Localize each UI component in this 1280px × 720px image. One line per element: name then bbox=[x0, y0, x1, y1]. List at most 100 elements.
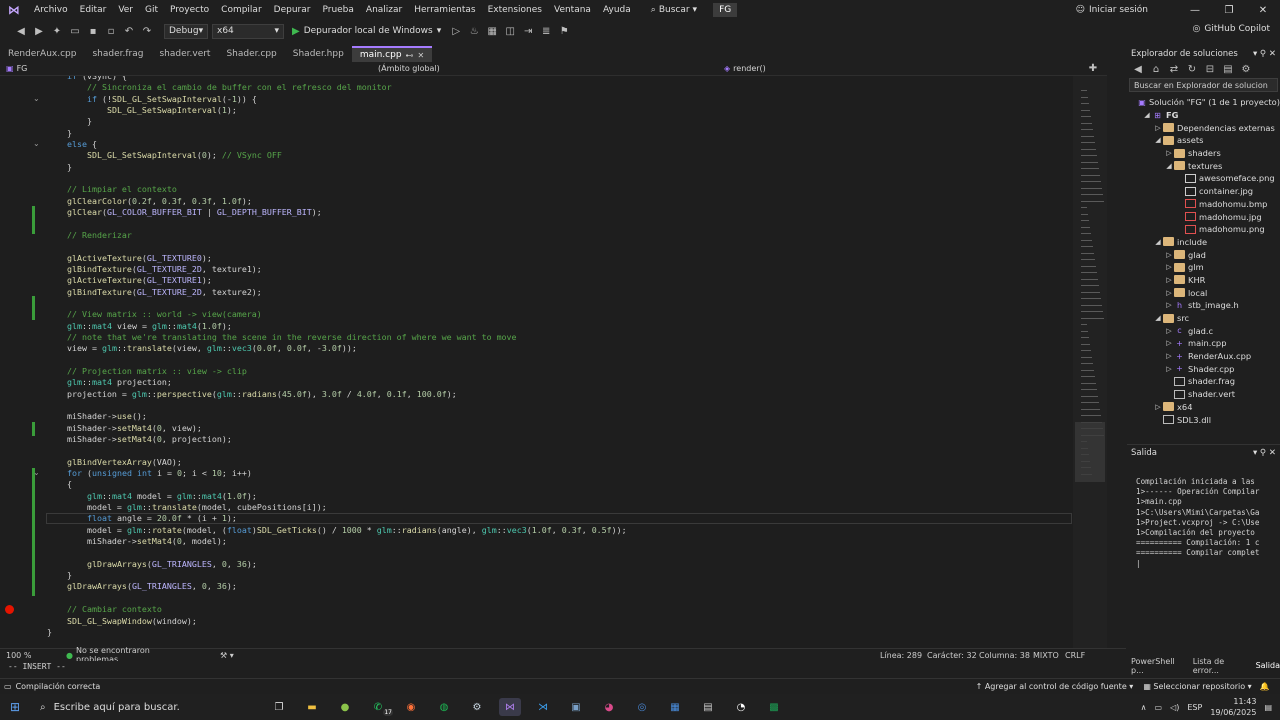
code-line[interactable] bbox=[47, 298, 1071, 309]
menu-item[interactable]: Proyecto bbox=[164, 5, 215, 15]
app4-icon[interactable]: ◎ bbox=[631, 698, 653, 716]
tree-item[interactable]: ◢ assets bbox=[1127, 134, 1280, 147]
expanded-arrow-icon[interactable]: ◢ bbox=[1164, 162, 1174, 170]
tree-item[interactable]: awesomeface.png bbox=[1127, 172, 1280, 185]
collapsed-arrow-icon[interactable]: ▷ bbox=[1164, 339, 1174, 347]
tray-chevron-icon[interactable]: ∧ bbox=[1141, 703, 1147, 712]
scrollbar-thumb[interactable] bbox=[1075, 422, 1105, 482]
code-line[interactable]: } bbox=[47, 627, 1071, 638]
whatsapp-icon[interactable]: ✆ 17 bbox=[367, 698, 389, 716]
code-line[interactable]: } bbox=[47, 116, 1071, 127]
spotify-icon[interactable]: ◍ bbox=[433, 698, 455, 716]
menu-item[interactable]: Depurar bbox=[268, 5, 317, 15]
pin-icon[interactable]: ⊷ bbox=[406, 51, 414, 60]
tree-item[interactable]: ▷ local bbox=[1127, 286, 1280, 299]
menu-item[interactable]: Git bbox=[139, 5, 164, 15]
firefox-icon[interactable]: ◉ bbox=[400, 698, 422, 716]
code-line[interactable]: glClearColor(0.2f, 0.3f, 0.3f, 1.0f); bbox=[47, 196, 1071, 207]
new-item-icon[interactable]: ✦ bbox=[50, 24, 64, 38]
undo-icon[interactable]: ↶ bbox=[122, 24, 136, 38]
taskbar-search[interactable]: ⌕ Escribe aquí para buscar. bbox=[30, 695, 260, 719]
breakpoint-icon[interactable] bbox=[5, 605, 14, 614]
tree-item[interactable]: ▷ glm bbox=[1127, 261, 1280, 274]
step-icon[interactable]: ⇥ bbox=[521, 24, 535, 38]
bottom-tab[interactable]: Lista de error... bbox=[1193, 657, 1250, 675]
tree-item[interactable]: madohomu.bmp bbox=[1127, 198, 1280, 211]
output-text[interactable]: Compilación iniciada a las 1>------ Opera… bbox=[1136, 477, 1277, 569]
task-view-icon[interactable]: ❐ bbox=[268, 698, 290, 716]
code-line[interactable]: SDL_GL_SwapWindow(window); bbox=[47, 616, 1071, 627]
code-line[interactable]: miShader->use(); bbox=[47, 411, 1071, 422]
volume-icon[interactable]: ◁) bbox=[1170, 703, 1179, 712]
zoom-level[interactable]: 100 % bbox=[6, 651, 66, 660]
close-tab-icon[interactable]: ✕ bbox=[418, 51, 425, 60]
code-line[interactable]: glBindTexture(GL_TEXTURE_2D, texture2); bbox=[47, 287, 1071, 298]
code-line[interactable] bbox=[47, 241, 1071, 252]
code-line[interactable] bbox=[47, 445, 1071, 456]
collapsed-arrow-icon[interactable]: ▷ bbox=[1164, 327, 1174, 335]
code-line[interactable]: glm::mat4 view = glm::mat4(1.0f); bbox=[47, 321, 1071, 332]
code-line[interactable]: glm::mat4 projection; bbox=[47, 377, 1071, 388]
code-line[interactable]: // Limpiar el contexto bbox=[47, 184, 1071, 195]
editor-scrollbar-map[interactable] bbox=[1073, 76, 1107, 648]
code-line[interactable]: float angle = 20.0f * (i + 1); bbox=[47, 513, 1071, 524]
back-icon[interactable]: ◀ bbox=[14, 24, 28, 38]
diagnostics-icon[interactable]: ◫ bbox=[503, 24, 517, 38]
code-line[interactable]: else { bbox=[47, 139, 1071, 150]
bottom-tab[interactable]: PowerShell p... bbox=[1131, 657, 1187, 675]
language-indicator[interactable]: ESP bbox=[1187, 703, 1202, 712]
minimize-button[interactable]: — bbox=[1178, 5, 1212, 16]
network-icon[interactable]: ▭ bbox=[1155, 703, 1163, 712]
redo-icon[interactable]: ↷ bbox=[140, 24, 154, 38]
tree-item[interactable]: ▷ + RenderAux.cpp bbox=[1127, 350, 1280, 363]
code-line[interactable]: glDrawArrays(GL_TRIANGLES, 0, 36); bbox=[47, 581, 1071, 592]
collapse-all-icon[interactable]: ⊟ bbox=[1203, 62, 1217, 76]
close-button[interactable]: ✕ bbox=[1246, 5, 1280, 16]
menu-item[interactable]: Archivo bbox=[28, 5, 74, 15]
collapsed-arrow-icon[interactable]: ▷ bbox=[1164, 352, 1174, 360]
code-line[interactable]: // View matrix :: world -> view(camera) bbox=[47, 309, 1071, 320]
save-all-icon[interactable]: ▫ bbox=[104, 24, 118, 38]
code-line[interactable]: projection = glm::perspective(glm::radia… bbox=[47, 389, 1071, 400]
collapsed-arrow-icon[interactable]: ▷ bbox=[1164, 251, 1174, 259]
code-line[interactable]: // note that we're translating the scene… bbox=[47, 332, 1071, 343]
menu-item[interactable]: Extensiones bbox=[482, 5, 548, 15]
tree-item[interactable]: ▷ + Shader.cpp bbox=[1127, 362, 1280, 375]
run-debugger-button[interactable]: ▶ Depurador local de Windows ▾ bbox=[288, 26, 445, 37]
notifications-icon[interactable]: 🔔 bbox=[1260, 682, 1270, 691]
start-without-debugging-icon[interactable]: ▷ bbox=[449, 24, 463, 38]
collapsed-arrow-icon[interactable]: ▷ bbox=[1164, 276, 1174, 284]
expanded-arrow-icon[interactable]: ◢ bbox=[1142, 111, 1152, 119]
refresh-icon[interactable]: ↻ bbox=[1185, 62, 1199, 76]
tab-renderaux-cpp[interactable]: RenderAux.cpp bbox=[0, 46, 84, 62]
line-ending[interactable]: CRLF bbox=[1065, 651, 1093, 660]
app3-icon[interactable]: ◕ bbox=[598, 698, 620, 716]
panel-controls-icon[interactable]: ▾ ⚲ ✕ bbox=[1253, 448, 1276, 458]
tree-item[interactable]: container.jpg bbox=[1127, 185, 1280, 198]
code-line[interactable]: for (unsigned int i = 0; i < 10; i++) bbox=[47, 468, 1071, 479]
code-line[interactable]: } bbox=[47, 128, 1071, 139]
hot-reload-icon[interactable]: ♨ bbox=[467, 24, 481, 38]
wrench-icon[interactable]: ⚙ bbox=[1239, 62, 1253, 76]
code-line[interactable]: model = glm::rotate(model, (float)SDL_Ge… bbox=[47, 525, 1071, 536]
collapsed-arrow-icon[interactable]: ▷ bbox=[1164, 289, 1174, 297]
app-icon[interactable]: ● bbox=[334, 698, 356, 716]
menu-item[interactable]: Compilar bbox=[215, 5, 268, 15]
code-line[interactable]: glActiveTexture(GL_TEXTURE1); bbox=[47, 275, 1071, 286]
tree-item[interactable]: shader.vert bbox=[1127, 388, 1280, 401]
tab-shader-vert[interactable]: shader.vert bbox=[151, 46, 218, 62]
app2-icon[interactable]: ▣ bbox=[565, 698, 587, 716]
show-all-files-icon[interactable]: ▤ bbox=[1221, 62, 1235, 76]
sign-in-button[interactable]: ☺ Iniciar sesión bbox=[1076, 5, 1148, 15]
app6-icon[interactable]: ▤ bbox=[697, 698, 719, 716]
sync-icon[interactable]: ⇄ bbox=[1167, 62, 1181, 76]
maximize-button[interactable]: ❐ bbox=[1212, 5, 1246, 16]
code-line[interactable]: } bbox=[47, 162, 1071, 173]
code-line[interactable]: miShader->setMat4(0, view); bbox=[47, 423, 1071, 434]
indent-mode[interactable]: MIXTO bbox=[1033, 651, 1065, 660]
menu-item[interactable]: Ayuda bbox=[597, 5, 637, 15]
code-line[interactable] bbox=[47, 593, 1071, 604]
forward-icon[interactable]: ▶ bbox=[32, 24, 46, 38]
project-badge[interactable]: FG bbox=[713, 3, 737, 17]
code-cleanup-icon[interactable]: ⚒ ▾ bbox=[220, 651, 880, 660]
